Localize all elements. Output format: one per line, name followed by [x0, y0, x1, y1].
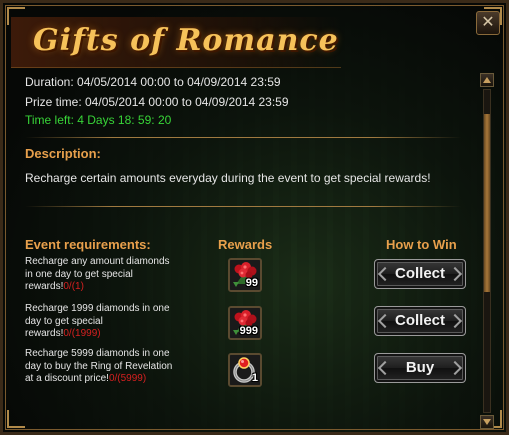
- divider: [25, 137, 461, 138]
- scrollbar[interactable]: [480, 73, 494, 429]
- collect-button[interactable]: Collect: [374, 306, 466, 336]
- prize-time: Prize time: 04/05/2014 00:00 to 04/09/20…: [25, 95, 289, 109]
- button-ornament: [447, 313, 463, 329]
- scroll-thumb[interactable]: [484, 114, 490, 292]
- arrow-up-icon: [483, 77, 491, 83]
- reward-slot[interactable]: 999: [228, 306, 262, 340]
- button-ornament: [447, 360, 463, 376]
- buy-button[interactable]: Buy: [374, 353, 466, 383]
- requirement-progress: 0/(1999): [63, 328, 101, 339]
- rewards-column-header: Rewards: [218, 237, 273, 252]
- requirement-text: Recharge 1999 diamonds in one day to get…: [25, 303, 175, 341]
- how-to-win-column-header: How to Win: [386, 237, 457, 252]
- time-left: Time left: 4 Days 18: 59: 20: [25, 113, 172, 127]
- window-title: Gifts of Romance: [33, 23, 339, 58]
- button-ornament: [377, 313, 393, 329]
- collect-button-label: Collect: [394, 312, 445, 329]
- requirement-text: Recharge any amount diamonds in one day …: [25, 256, 175, 294]
- reward-count: 1: [251, 372, 258, 384]
- buy-button-label: Buy: [405, 359, 435, 376]
- reward-slot[interactable]: 1: [228, 353, 262, 387]
- requirement-text: Recharge 5999 diamonds in one day to buy…: [25, 348, 175, 386]
- frame-corner: [7, 410, 25, 428]
- scroll-down-button[interactable]: [480, 415, 494, 429]
- event-duration: Duration: 04/05/2014 00:00 to 04/09/2014…: [25, 75, 281, 89]
- event-window: Gifts of Romance ✕ Duration: 04/05/2014 …: [0, 0, 509, 435]
- collect-button-label: Collect: [394, 265, 445, 282]
- reward-count: 99: [245, 277, 258, 289]
- reward-count: 999: [239, 325, 258, 337]
- description-text: Recharge certain amounts everyday during…: [25, 171, 431, 185]
- close-button[interactable]: ✕: [476, 11, 500, 35]
- arrow-down-icon: [483, 419, 491, 425]
- button-ornament: [377, 266, 393, 282]
- description-heading: Description:: [25, 146, 101, 161]
- scroll-track[interactable]: [483, 89, 491, 413]
- button-ornament: [447, 266, 463, 282]
- reward-slot[interactable]: 99: [228, 258, 262, 292]
- collect-button[interactable]: Collect: [374, 259, 466, 289]
- button-ornament: [377, 360, 393, 376]
- scroll-up-button[interactable]: [480, 73, 494, 87]
- requirement-progress: 0/(5999): [108, 373, 147, 384]
- requirement-progress: 0/(1): [63, 281, 84, 292]
- requirements-column-header: Event requirements:: [25, 237, 151, 252]
- requirement-description: Recharge any amount diamonds in one day …: [25, 256, 170, 292]
- divider: [25, 206, 461, 207]
- requirement-description: Recharge 5999 diamonds in one day to buy…: [25, 348, 173, 384]
